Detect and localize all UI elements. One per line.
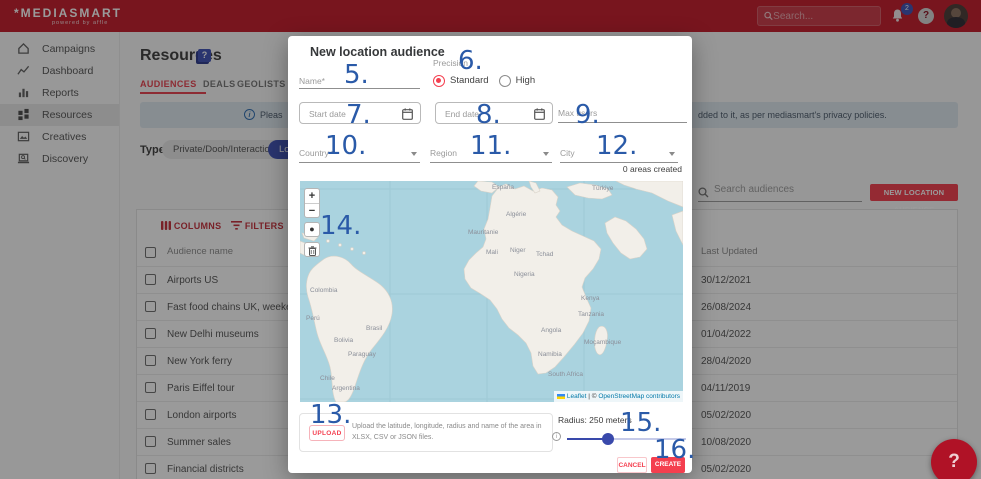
annotation-step-8: 8. <box>476 100 501 130</box>
map-label: Brasil <box>366 325 383 332</box>
annotation-step-10: 10. <box>325 131 367 161</box>
annotation-step-12: 12. <box>596 131 638 161</box>
map-label: Mauritanie <box>468 229 499 236</box>
radio-high-label: High <box>515 75 536 87</box>
radio-high[interactable] <box>498 74 511 87</box>
precision-radio-group: Standard High <box>433 72 545 87</box>
annotation-step-7: 7. <box>346 100 371 130</box>
trash-icon <box>308 246 316 256</box>
map-label: Kenya <box>581 295 600 302</box>
map-label: Moçambique <box>584 339 622 346</box>
start-date-label: Start date <box>309 109 346 119</box>
region-label: Region <box>430 148 457 158</box>
annotation-step-14: 14. <box>320 211 362 241</box>
areas-created-count: 0 areas created <box>622 164 682 174</box>
end-date-label: End date <box>445 109 480 119</box>
calendar-icon <box>402 108 413 120</box>
annotation-step-11: 11. <box>470 131 512 161</box>
city-label: City <box>560 148 575 158</box>
map-label: Perú <box>306 315 320 322</box>
map-label: Tanzania <box>578 311 605 318</box>
name-field-label: Name* <box>299 76 325 86</box>
modal-title: New location audience <box>310 45 445 59</box>
map-label: Tchad <box>536 251 554 258</box>
zoom-in-button[interactable]: + <box>305 189 319 204</box>
map-label: Chile <box>320 375 335 382</box>
zoom-out-button[interactable]: − <box>305 204 319 219</box>
chevron-down-icon <box>669 152 675 156</box>
osm-link[interactable]: OpenStreetMap contributors <box>598 393 680 400</box>
map-label: España <box>492 184 515 191</box>
map-label: Mali <box>486 249 498 256</box>
chevron-down-icon <box>543 152 549 156</box>
map-attribution: Leaflet | © OpenStreetMap contributors <box>553 391 683 402</box>
map-label: Paraguay <box>348 351 376 358</box>
annotation-step-9: 9. <box>575 100 600 130</box>
annotation-step-13: 13. <box>310 400 352 430</box>
map-zoom-control: + − <box>304 188 320 218</box>
map-label: South Africa <box>548 371 584 378</box>
radio-standard[interactable] <box>433 74 445 87</box>
map-label: Colombia <box>310 287 338 294</box>
floating-help-button[interactable]: ? <box>931 439 977 479</box>
map-label: Algérie <box>506 211 527 218</box>
map-label: Namibia <box>538 351 562 358</box>
annotation-step-16: 16. <box>654 435 696 465</box>
map-label: Türkiye <box>592 185 614 192</box>
annotation-step-6: 6. <box>458 46 483 76</box>
radio-standard-label: Standard <box>450 75 489 87</box>
locate-button[interactable]: ● <box>304 222 320 237</box>
map-label: Argentina <box>332 385 360 392</box>
attribution-separator: | © <box>588 393 597 400</box>
annotation-step-5: 5. <box>344 60 369 90</box>
radius-slider-thumb[interactable] <box>602 433 614 445</box>
radius-info-icon: i <box>552 432 561 441</box>
ukraine-flag-icon <box>556 393 565 399</box>
app-root: *MEDIASMART powered by affle 2 ? Campaig… <box>0 0 981 479</box>
map-label: Angola <box>541 327 562 334</box>
chevron-down-icon <box>411 152 417 156</box>
map-label: Bolivia <box>334 337 354 344</box>
cancel-button[interactable]: CANCEL <box>617 457 647 473</box>
leaflet-link[interactable]: Leaflet <box>567 393 587 400</box>
delete-areas-button[interactable] <box>304 242 320 257</box>
calendar-icon <box>534 108 545 120</box>
map-label: Niger <box>510 247 526 254</box>
upload-hint-text: Upload the latitude, longitude, radius a… <box>352 423 542 442</box>
annotation-step-15: 15. <box>620 408 662 438</box>
map-label: Nigeria <box>514 271 535 278</box>
